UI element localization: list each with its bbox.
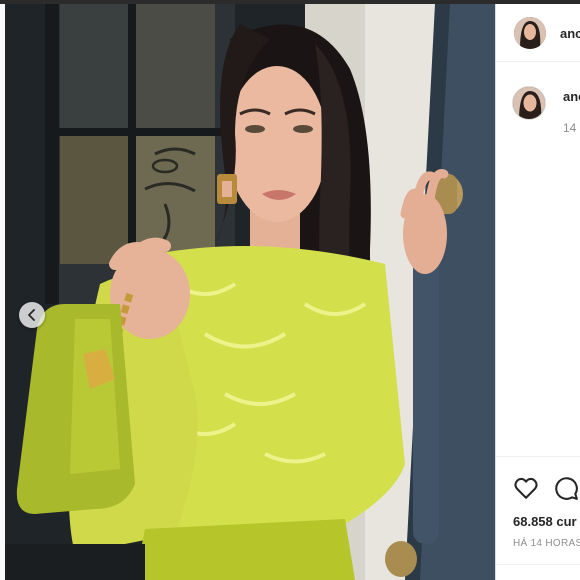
caption-timestamp: 14	[563, 121, 577, 135]
caption-avatar[interactable]	[512, 86, 546, 120]
comment-icon[interactable]	[553, 475, 579, 501]
divider	[496, 564, 580, 565]
post-photo[interactable]	[5, 4, 495, 580]
post-side-panel: anc anc 14 68.858 cur HÁ 14 HORAS	[495, 4, 580, 580]
post-date: HÁ 14 HORAS	[513, 538, 580, 549]
avatar[interactable]	[514, 17, 546, 49]
avatar-image	[514, 17, 546, 49]
caption-username[interactable]: anc	[563, 89, 580, 104]
action-bar	[496, 456, 580, 514]
previous-photo-button[interactable]	[19, 302, 45, 328]
header-username[interactable]: anc	[560, 26, 580, 41]
photo-illustration	[5, 4, 495, 580]
avatar-image	[513, 87, 545, 119]
heart-icon[interactable]	[513, 475, 539, 501]
chevron-left-icon	[28, 309, 35, 321]
likes-count[interactable]: 68.858 cur	[513, 514, 577, 529]
post-viewer: anc anc 14 68.858 cur HÁ 14 HORAS	[0, 0, 580, 580]
post-header: anc	[496, 4, 580, 62]
